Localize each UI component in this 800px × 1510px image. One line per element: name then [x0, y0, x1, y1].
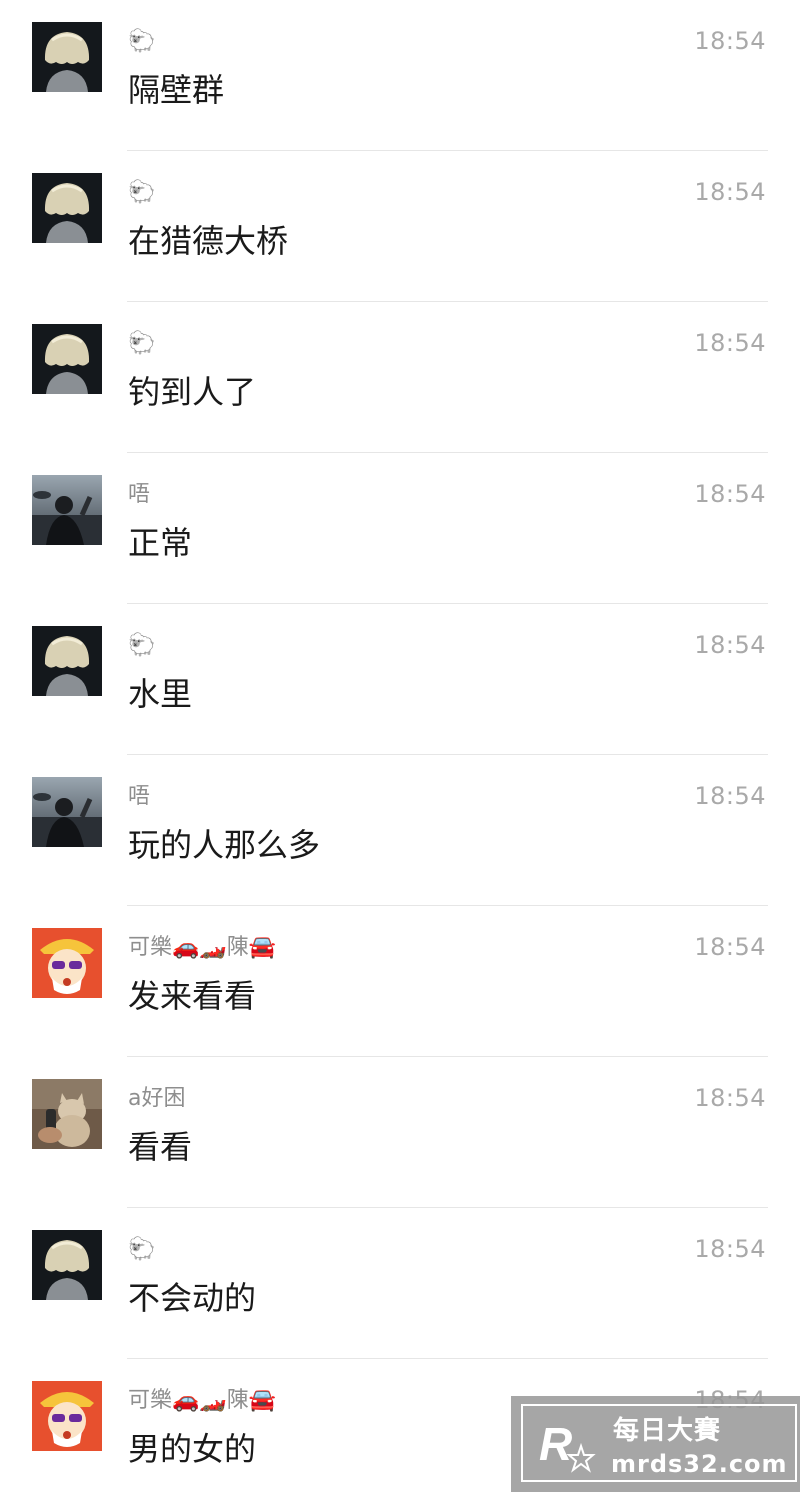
message-time: 18:54	[694, 1235, 766, 1263]
message-row[interactable]: 唔 18:54 正常	[0, 453, 800, 604]
blonde-avatar[interactable]	[32, 22, 102, 92]
sender-name: 可樂🚗🏎️陳🚘	[128, 1388, 277, 1413]
message-row[interactable]: 🐑 18:54 不会动的	[0, 1208, 800, 1359]
sender-name: 🐑	[128, 180, 156, 205]
svg-text:R: R	[539, 1418, 572, 1470]
watermark-url: mrds32.com	[611, 1450, 788, 1478]
message-time: 18:54	[694, 1084, 766, 1112]
god-avatar[interactable]	[32, 928, 102, 998]
blonde-avatar[interactable]	[32, 626, 102, 696]
sender-name: 🐑	[128, 29, 156, 54]
rain-avatar[interactable]	[32, 475, 102, 545]
message-row[interactable]: a好困 18:54 看看	[0, 1057, 800, 1208]
god-avatar[interactable]	[32, 1381, 102, 1451]
message-time: 18:54	[694, 933, 766, 961]
message-row[interactable]: 唔 18:54 玩的人那么多	[0, 755, 800, 906]
rain-avatar[interactable]	[32, 777, 102, 847]
watermark-frame: R 每日大賽 mrds32.com	[521, 1404, 797, 1482]
message-time: 18:54	[694, 782, 766, 810]
message-text: 发来看看	[128, 977, 257, 1015]
message-text: 玩的人那么多	[128, 826, 321, 864]
message-time: 18:54	[694, 631, 766, 659]
sender-name: 唔	[128, 482, 151, 507]
watermark: R 每日大賽 mrds32.com	[511, 1396, 800, 1492]
message-text: 钓到人了	[128, 373, 257, 411]
watermark-title: 每日大賽	[613, 1416, 722, 1446]
message-time: 18:54	[694, 480, 766, 508]
message-text: 在猎德大桥	[128, 222, 289, 260]
message-text: 水里	[128, 675, 193, 713]
blonde-avatar[interactable]	[32, 1230, 102, 1300]
sender-name: 🐑	[128, 1237, 156, 1262]
sender-name: 🐑	[128, 331, 156, 356]
message-text: 隔壁群	[128, 71, 225, 109]
message-text: 正常	[128, 524, 193, 562]
message-time: 18:54	[694, 329, 766, 357]
sender-name: 🐑	[128, 633, 156, 658]
blonde-avatar[interactable]	[32, 173, 102, 243]
message-text: 男的女的	[128, 1430, 257, 1468]
watermark-logo-icon: R	[539, 1418, 596, 1473]
message-row[interactable]: 🐑 18:54 水里	[0, 604, 800, 755]
sender-name: 可樂🚗🏎️陳🚘	[128, 935, 277, 960]
message-row[interactable]: 🐑 18:54 钓到人了	[0, 302, 800, 453]
blonde-avatar[interactable]	[32, 324, 102, 394]
message-row[interactable]: 可樂🚗🏎️陳🚘 18:54 发来看看	[0, 906, 800, 1057]
message-time: 18:54	[694, 178, 766, 206]
cat-avatar[interactable]	[32, 1079, 102, 1149]
sender-name: a好困	[128, 1086, 186, 1111]
sender-name: 唔	[128, 784, 151, 809]
message-time: 18:54	[694, 27, 766, 55]
message-text: 不会动的	[128, 1279, 257, 1317]
message-row[interactable]: 🐑 18:54 在猎德大桥	[0, 151, 800, 302]
message-text: 看看	[128, 1128, 193, 1166]
message-row[interactable]: 🐑 18:54 隔壁群	[0, 0, 800, 151]
